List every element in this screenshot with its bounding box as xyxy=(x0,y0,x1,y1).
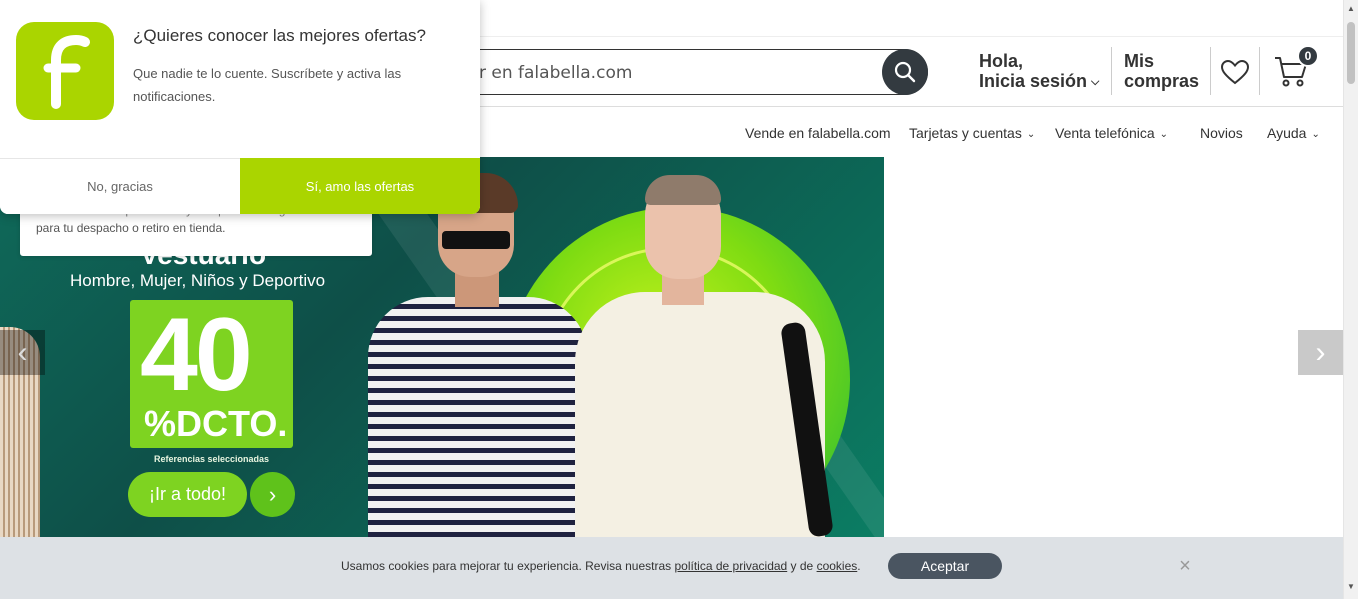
page: r en falabella.com Hola, Inicia sesión ⌵ … xyxy=(0,0,1358,599)
chevron-down-icon: ⌄ xyxy=(1026,129,1036,140)
scrollbar-thumb[interactable] xyxy=(1347,22,1355,84)
cookie-banner: Usamos cookies para mejorar tu experienc… xyxy=(0,537,1343,599)
search-icon xyxy=(894,61,916,83)
privacy-policy-link[interactable]: política de privacidad xyxy=(674,559,787,573)
scrollbar[interactable]: ▲ ▼ xyxy=(1343,0,1358,599)
banner-model-image xyxy=(442,231,510,249)
chevron-right-icon: › xyxy=(1315,335,1326,369)
my-purchases-button[interactable]: Mis compras xyxy=(1124,51,1199,91)
chevron-left-icon: ‹ xyxy=(17,335,28,369)
nav-item-label: Vende en falabella.com xyxy=(745,125,891,141)
banner-cta-button[interactable]: ¡Ir a todo! xyxy=(128,472,247,517)
nav-item-label: Tarjetas y cuentas xyxy=(909,125,1022,141)
nav-item-label: Novios xyxy=(1200,125,1243,141)
heart-icon xyxy=(1220,59,1250,85)
login-label: Inicia sesión xyxy=(979,71,1088,91)
divider xyxy=(1259,47,1260,95)
popup-title: ¿Quieres conocer las mejores ofertas? xyxy=(133,26,426,45)
falabella-f-icon xyxy=(43,34,90,109)
falabella-logo xyxy=(16,22,114,120)
notification-popup: ¿Quieres conocer las mejores ofertas? Qu… xyxy=(0,0,480,214)
carousel-next-button[interactable]: › xyxy=(1298,330,1343,375)
nav-item-label: Ayuda xyxy=(1267,125,1307,141)
close-icon[interactable]: × xyxy=(1176,555,1194,577)
chevron-right-icon[interactable]: › xyxy=(250,472,295,517)
decline-button[interactable]: No, gracias xyxy=(0,158,240,214)
search-button[interactable] xyxy=(882,49,928,95)
search-input[interactable]: r en falabella.com xyxy=(430,49,928,95)
banner-model-image xyxy=(645,175,721,205)
info-text: para tu despacho o retiro en tienda. xyxy=(36,221,226,235)
login-greeting: Hola, xyxy=(979,51,1024,71)
wishlist-button[interactable] xyxy=(1220,59,1250,90)
login-button[interactable]: Hola, Inicia sesión ⌵ xyxy=(979,51,1099,92)
search-placeholder: r en falabella.com xyxy=(479,63,633,83)
purchases-label-1: Mis xyxy=(1124,51,1155,71)
divider xyxy=(1111,47,1112,95)
nav-item-label: Venta telefónica xyxy=(1055,125,1155,141)
chevron-down-icon: ⌵ xyxy=(1091,76,1100,88)
discount-badge: 40 %DCTO. xyxy=(130,300,293,448)
nav-item-novios[interactable]: Novios xyxy=(1200,125,1243,141)
banner-model-image xyxy=(368,297,588,537)
cart-count-badge: 0 xyxy=(1297,45,1319,67)
divider xyxy=(1210,47,1211,95)
banner-subtitle: Hombre, Mujer, Niños y Deportivo xyxy=(70,271,326,290)
scroll-up-icon[interactable]: ▲ xyxy=(1347,4,1355,13)
popup-body: Que nadie te lo cuente. Suscríbete y act… xyxy=(133,66,402,104)
chevron-down-icon: ⌄ xyxy=(1159,129,1169,140)
nav-item-cards[interactable]: Tarjetas y cuentas ⌄ xyxy=(909,125,1035,141)
cookie-text: y de xyxy=(787,559,817,573)
nav-item-help[interactable]: Ayuda ⌄ xyxy=(1267,125,1320,141)
cookie-accept-button[interactable]: Aceptar xyxy=(888,553,1002,579)
purchases-label-2: compras xyxy=(1124,71,1200,91)
chevron-down-icon: ⌄ xyxy=(1311,129,1320,140)
cookie-text: Usamos cookies para mejorar tu experienc… xyxy=(341,559,675,573)
scroll-down-icon[interactable]: ▼ xyxy=(1347,582,1355,591)
carousel-prev-button[interactable]: ‹ xyxy=(0,330,45,375)
cookie-message: Usamos cookies para mejorar tu experienc… xyxy=(341,559,861,573)
nav-item-sell[interactable]: Vende en falabella.com xyxy=(745,125,891,141)
cookies-policy-link[interactable]: cookies xyxy=(817,559,858,573)
discount-label: %DCTO. xyxy=(144,403,288,444)
banner-note: Referencias seleccionadas xyxy=(154,454,270,464)
discount-number: 40 xyxy=(140,297,253,413)
cookie-text: . xyxy=(857,559,861,573)
accept-notifications-button[interactable]: Sí, amo las ofertas xyxy=(240,158,480,214)
nav-item-phone-sales[interactable]: Venta telefónica ⌄ xyxy=(1055,125,1168,141)
